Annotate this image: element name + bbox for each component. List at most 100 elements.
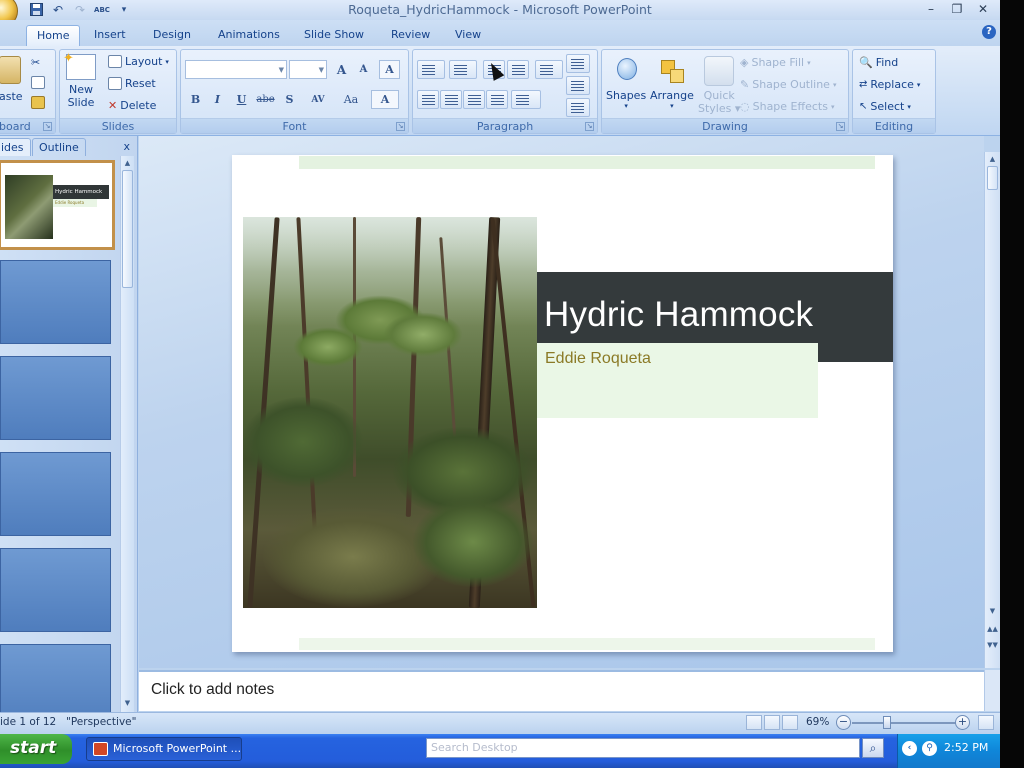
paste-button[interactable]: aste bbox=[0, 56, 23, 103]
next-slide-icon[interactable]: ▼▼ bbox=[986, 638, 999, 652]
notes-pane[interactable]: Click to add notes bbox=[139, 670, 984, 711]
slide-show-view-button[interactable] bbox=[782, 715, 798, 730]
copy-icon[interactable] bbox=[31, 76, 45, 89]
tray-expand-icon[interactable]: ‹ bbox=[902, 741, 917, 756]
slide-sorter-view-button[interactable] bbox=[764, 715, 780, 730]
shrink-font-button[interactable]: A bbox=[353, 60, 374, 79]
change-case-button[interactable]: Aa bbox=[336, 90, 366, 109]
shape-fill-button[interactable]: ◈ Shape Fill ▾ bbox=[740, 56, 811, 69]
slide-thumbnail-2[interactable] bbox=[0, 260, 111, 344]
text-shadow-button[interactable]: S bbox=[279, 90, 300, 109]
shape-fill-icon: ◈ bbox=[740, 56, 749, 69]
tab-home[interactable]: Home bbox=[26, 25, 81, 46]
help-icon[interactable]: ? bbox=[982, 25, 996, 39]
scroll-down-icon[interactable]: ▼ bbox=[986, 604, 999, 618]
text-direction-button[interactable] bbox=[566, 54, 590, 73]
bold-button[interactable]: B bbox=[185, 90, 206, 109]
select-button[interactable]: ↖ Select ▾ bbox=[859, 100, 911, 113]
slide-scroll-thumb[interactable] bbox=[987, 166, 998, 190]
zoom-slider[interactable] bbox=[852, 722, 956, 724]
taskbar-powerpoint-button[interactable]: Microsoft PowerPoint ... bbox=[86, 737, 242, 761]
scroll-up-icon[interactable]: ▲ bbox=[121, 156, 134, 170]
scroll-up-icon[interactable]: ▲ bbox=[986, 152, 999, 166]
tab-view[interactable]: View bbox=[445, 25, 491, 46]
forest-photo[interactable] bbox=[243, 217, 537, 608]
slide-thumbnail-4[interactable] bbox=[0, 452, 111, 536]
scroll-thumb[interactable] bbox=[122, 170, 133, 288]
paragraph-launcher[interactable]: ↘ bbox=[585, 122, 594, 131]
line-spacing-button[interactable] bbox=[535, 60, 563, 79]
slide-thumbnail-5[interactable] bbox=[0, 548, 111, 632]
layout-button[interactable]: Layout ▾ bbox=[108, 55, 169, 68]
tab-slide-show[interactable]: Slide Show bbox=[294, 25, 374, 46]
format-painter-icon[interactable] bbox=[31, 96, 45, 109]
tab-insert[interactable]: Insert bbox=[84, 25, 136, 46]
columns-button[interactable] bbox=[511, 90, 541, 109]
smartart-button[interactable] bbox=[566, 98, 590, 117]
slide-canvas[interactable]: Hydric Hammock Eddie Roqueta bbox=[232, 155, 893, 652]
quick-styles-button[interactable]: Quick Styles ▾ bbox=[698, 56, 740, 115]
arrange-button[interactable]: Arrange ▾ bbox=[650, 56, 694, 110]
shapes-button[interactable]: Shapes ▾ bbox=[606, 56, 646, 110]
slides-pane-scrollbar[interactable]: ▲ ▼ bbox=[120, 156, 134, 712]
delete-slide-button[interactable]: ✕ Delete bbox=[108, 99, 156, 112]
tab-review[interactable]: Review bbox=[381, 25, 440, 46]
slide-thumbnail-1[interactable]: Hydric Hammock Eddie Roqueta bbox=[0, 160, 115, 250]
justify-button[interactable] bbox=[486, 90, 508, 109]
bullets-button[interactable] bbox=[417, 60, 445, 79]
tray-search-icon[interactable]: ⚲ bbox=[922, 741, 937, 756]
shape-effects-button[interactable]: ◌ Shape Effects ▾ bbox=[740, 100, 834, 113]
strikethrough-button[interactable]: abe bbox=[255, 90, 276, 109]
thumbnail-title: Hydric Hammock bbox=[53, 185, 109, 199]
slide-thumbnail-3[interactable] bbox=[0, 356, 111, 440]
center-button[interactable] bbox=[440, 90, 462, 109]
search-desktop-input[interactable]: Search Desktop bbox=[426, 738, 860, 758]
font-color-button[interactable]: A bbox=[371, 90, 399, 109]
tab-design[interactable]: Design bbox=[143, 25, 201, 46]
font-launcher[interactable]: ↘ bbox=[396, 122, 405, 131]
character-spacing-button[interactable]: AV bbox=[303, 90, 333, 109]
font-size-box[interactable]: ▼ bbox=[289, 60, 327, 79]
align-left-button[interactable] bbox=[417, 90, 439, 109]
close-pane-icon[interactable]: x bbox=[123, 140, 130, 153]
slide-subtitle[interactable]: Eddie Roqueta bbox=[545, 350, 651, 368]
shape-outline-button[interactable]: ✎ Shape Outline ▾ bbox=[740, 78, 836, 91]
tab-slides[interactable]: ides bbox=[0, 138, 31, 156]
cut-icon[interactable]: ✂ bbox=[31, 56, 40, 69]
new-slide-button[interactable]: ✦ New Slide bbox=[63, 51, 96, 109]
scroll-down-icon[interactable]: ▼ bbox=[121, 696, 134, 710]
drawing-launcher[interactable]: ↘ bbox=[836, 122, 845, 131]
fit-to-window-button[interactable] bbox=[978, 715, 994, 730]
underline-button[interactable]: U bbox=[231, 90, 252, 109]
restore-button[interactable]: ❐ bbox=[944, 0, 970, 18]
previous-slide-icon[interactable]: ▲▲ bbox=[986, 622, 999, 636]
align-text-button[interactable] bbox=[566, 76, 590, 95]
search-icon[interactable]: ⌕ bbox=[862, 738, 884, 758]
clear-formatting-button[interactable]: A bbox=[379, 60, 400, 79]
normal-view-button[interactable] bbox=[746, 715, 762, 730]
replace-button[interactable]: ⇄ Replace ▾ bbox=[859, 78, 920, 91]
find-button[interactable]: 🔍 Find bbox=[859, 56, 898, 69]
minimize-button[interactable]: – bbox=[918, 0, 944, 18]
zoom-out-button[interactable]: − bbox=[836, 715, 851, 730]
zoom-slider-thumb[interactable] bbox=[883, 716, 891, 729]
clipboard-launcher[interactable]: ↘ bbox=[43, 122, 52, 131]
tab-animations[interactable]: Animations bbox=[208, 25, 290, 46]
close-button[interactable]: ✕ bbox=[970, 0, 996, 18]
start-button[interactable]: start bbox=[0, 734, 72, 764]
slide-scrollbar[interactable]: ▲ ▼ ▲▲ ▼▼ bbox=[984, 152, 1000, 668]
notes-scrollbar[interactable] bbox=[984, 670, 1000, 711]
zoom-in-button[interactable]: + bbox=[955, 715, 970, 730]
slide-title[interactable]: Hydric Hammock bbox=[544, 295, 813, 335]
align-right-button[interactable] bbox=[463, 90, 485, 109]
tab-outline[interactable]: Outline bbox=[32, 138, 86, 156]
slide-thumbnail-6[interactable] bbox=[0, 644, 111, 712]
notes-placeholder[interactable]: Click to add notes bbox=[151, 681, 274, 699]
increase-indent-button[interactable] bbox=[507, 60, 529, 79]
grow-font-button[interactable]: A bbox=[331, 60, 352, 79]
numbering-button[interactable] bbox=[449, 60, 477, 79]
zoom-level[interactable]: 69% bbox=[806, 716, 829, 728]
font-name-box[interactable]: ▼ bbox=[185, 60, 287, 79]
reset-button[interactable]: Reset bbox=[108, 77, 156, 90]
italic-button[interactable]: I bbox=[207, 90, 228, 109]
